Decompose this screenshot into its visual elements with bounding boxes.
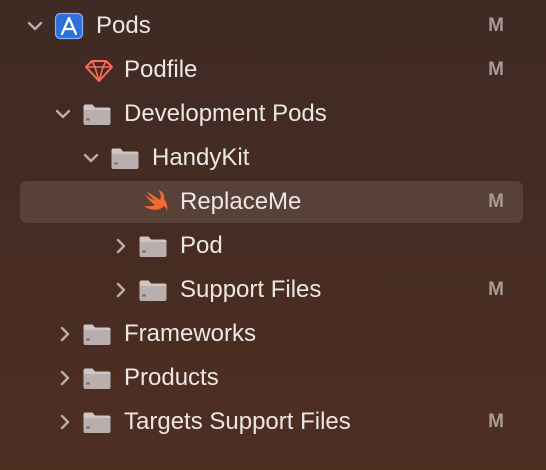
git-status-badge: M <box>488 411 504 432</box>
tree-item-products[interactable]: Products <box>0 356 546 400</box>
tree-item-pod[interactable]: Pod <box>0 224 546 268</box>
chevron-right-icon[interactable] <box>56 413 74 431</box>
chevron-right-icon[interactable] <box>112 281 130 299</box>
tree-item-label: Pod <box>180 232 223 259</box>
tree-item-replaceme[interactable]: ReplaceMe M <box>0 180 546 224</box>
tree-item-label: Targets Support Files <box>124 408 351 435</box>
tree-item-label: ReplaceMe <box>180 188 302 215</box>
folder-icon <box>138 277 168 303</box>
tree-item-label: Products <box>124 364 219 391</box>
tree-item-handykit[interactable]: HandyKit <box>0 136 546 180</box>
chevron-down-icon[interactable] <box>82 149 100 167</box>
chevron-right-icon[interactable] <box>56 325 74 343</box>
git-status-badge: M <box>488 15 504 36</box>
folder-icon <box>82 101 112 127</box>
tree-item-podfile[interactable]: Podfile M <box>0 48 546 92</box>
project-navigator: Pods M Podfile M Development Pods HandyK… <box>0 0 546 470</box>
chevron-down-icon[interactable] <box>26 17 44 35</box>
tree-item-label: HandyKit <box>152 144 250 171</box>
tree-item-label: Development Pods <box>124 100 327 127</box>
tree-item-targets-support-files[interactable]: Targets Support Files M <box>0 400 546 444</box>
tree-item-frameworks[interactable]: Frameworks <box>0 312 546 356</box>
folder-icon <box>110 145 140 171</box>
tree-item-label: Pods <box>96 12 151 39</box>
folder-icon <box>82 321 112 347</box>
chevron-right-icon[interactable] <box>56 369 74 387</box>
xcode-project-icon <box>54 12 84 40</box>
git-status-badge: M <box>488 59 504 80</box>
tree-item-label: Support Files <box>180 276 322 303</box>
folder-icon <box>82 365 112 391</box>
tree-item-development-pods[interactable]: Development Pods <box>0 92 546 136</box>
tree-item-support-files[interactable]: Support Files M <box>0 268 546 312</box>
tree-item-label: Podfile <box>124 56 198 83</box>
folder-icon <box>82 409 112 435</box>
ruby-gem-icon <box>85 60 113 82</box>
tree-item-label: Frameworks <box>124 320 257 347</box>
chevron-down-icon[interactable] <box>54 105 72 123</box>
chevron-right-icon[interactable] <box>112 237 130 255</box>
folder-icon <box>138 233 168 259</box>
git-status-badge: M <box>488 279 504 300</box>
tree-item-pods[interactable]: Pods M <box>0 4 546 48</box>
git-status-badge: M <box>488 191 504 212</box>
swift-file-icon <box>144 190 168 212</box>
